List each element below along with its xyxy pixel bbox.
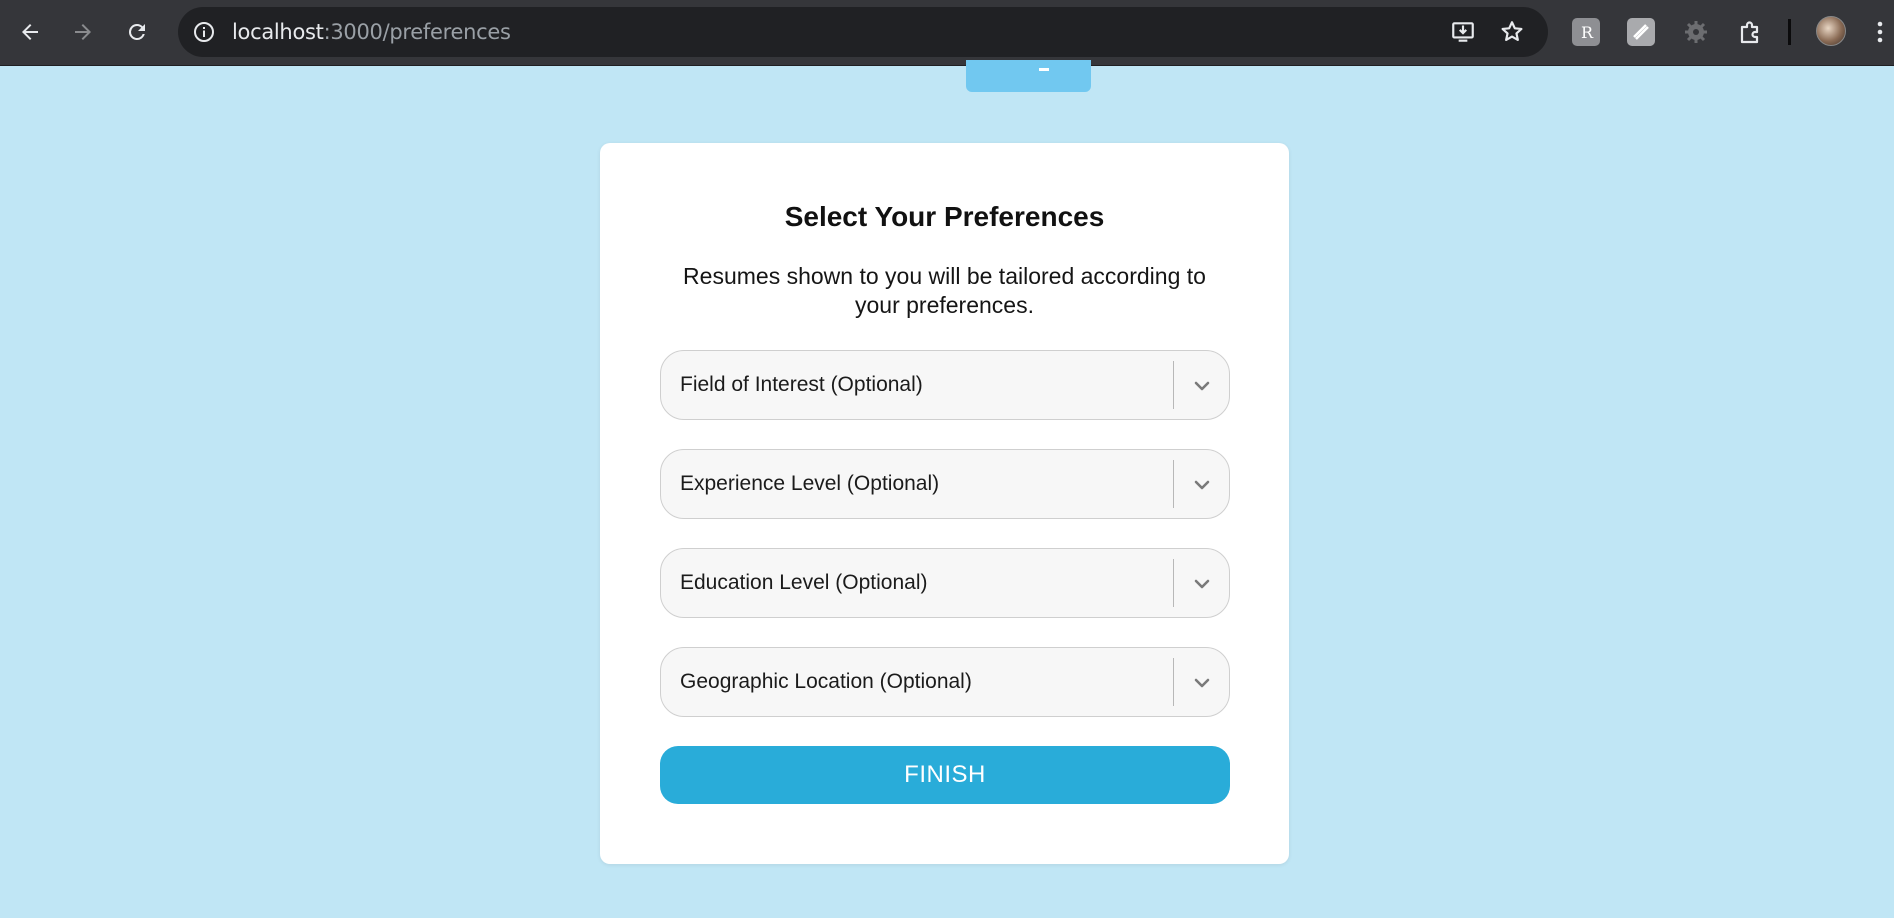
menu-kebab-icon[interactable] xyxy=(1876,20,1884,44)
select-placeholder: Experience Level (Optional) xyxy=(680,472,940,495)
install-app-icon[interactable] xyxy=(1450,19,1476,45)
reload-button[interactable] xyxy=(119,14,155,50)
browser-toolbar: localhost:3000/preferences R xyxy=(0,0,1894,66)
toolbar-divider xyxy=(1788,19,1791,45)
chevron-down-icon[interactable] xyxy=(1190,374,1214,398)
url-path: :3000/preferences xyxy=(323,20,511,44)
experience-level-select[interactable]: Experience Level (Optional) xyxy=(660,449,1230,519)
back-icon xyxy=(22,24,38,40)
url-host: localhost xyxy=(232,20,324,44)
extension-pen-icon[interactable] xyxy=(1627,18,1655,46)
select-placeholder: Field of Interest (Optional) xyxy=(680,373,923,396)
education-level-select[interactable]: Education Level (Optional) xyxy=(660,548,1230,618)
url-text[interactable]: localhost:3000/preferences xyxy=(232,20,511,44)
site-info-icon[interactable] xyxy=(192,20,216,44)
field-of-interest-select[interactable]: Field of Interest (Optional) xyxy=(660,350,1230,420)
address-bar[interactable]: localhost:3000/preferences xyxy=(178,7,1548,57)
forward-button[interactable] xyxy=(65,14,101,50)
extensions-puzzle-icon[interactable] xyxy=(1736,18,1764,46)
bookmark-star-icon[interactable] xyxy=(1499,19,1525,45)
preferences-card: Select Your Preferences Resumes shown to… xyxy=(600,143,1289,864)
select-placeholder: Education Level (Optional) xyxy=(680,571,928,594)
handle-mark xyxy=(1039,68,1049,71)
chevron-down-icon[interactable] xyxy=(1190,671,1214,695)
back-button[interactable] xyxy=(12,14,48,50)
select-separator xyxy=(1173,361,1174,409)
profile-avatar[interactable] xyxy=(1816,16,1846,46)
extension-r-icon[interactable]: R xyxy=(1572,18,1600,46)
geographic-location-select[interactable]: Geographic Location (Optional) xyxy=(660,647,1230,717)
chevron-down-icon[interactable] xyxy=(1190,572,1214,596)
page-subtitle: Resumes shown to you will be tailored ac… xyxy=(683,263,1206,318)
select-separator xyxy=(1173,460,1174,508)
reload-icon xyxy=(128,23,145,40)
select-separator xyxy=(1173,559,1174,607)
top-tab-handle[interactable] xyxy=(966,60,1091,92)
chevron-down-icon[interactable] xyxy=(1190,473,1214,497)
forward-icon xyxy=(75,24,91,40)
svg-text:R: R xyxy=(1581,23,1594,42)
page-title: Select Your Preferences xyxy=(784,201,1105,232)
extension-gear-icon[interactable] xyxy=(1682,18,1710,46)
select-separator xyxy=(1173,658,1174,706)
select-placeholder: Geographic Location (Optional) xyxy=(680,670,972,693)
finish-button[interactable]: FINISH xyxy=(660,746,1230,804)
